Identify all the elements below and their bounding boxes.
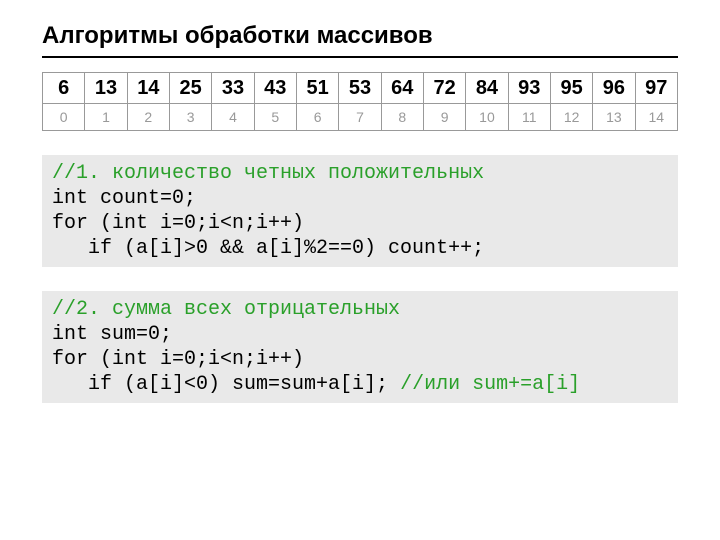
- array-index-cell: 3: [169, 104, 211, 131]
- code1-line: int count=0;: [52, 187, 196, 210]
- array-value-cell: 51: [296, 73, 338, 104]
- array-value-cell: 64: [381, 73, 423, 104]
- title-rule: [42, 56, 678, 58]
- array-value-cell: 95: [550, 73, 592, 104]
- array-value-cell: 84: [466, 73, 508, 104]
- array-value-cell: 33: [212, 73, 254, 104]
- array-index-cell: 0: [43, 104, 85, 131]
- array-index-row: 0 1 2 3 4 5 6 7 8 9 10 11 12 13 14: [43, 104, 678, 131]
- array-index-cell: 2: [127, 104, 169, 131]
- array-table: 6 13 14 25 33 43 51 53 64 72 84 93 95 96…: [42, 72, 678, 131]
- array-value-cell: 96: [593, 73, 635, 104]
- array-index-cell: 4: [212, 104, 254, 131]
- array-value-cell: 13: [85, 73, 127, 104]
- array-value-cell: 14: [127, 73, 169, 104]
- code1-line: for (int i=0;i<n;i++): [52, 212, 304, 235]
- code1-line: if (a[i]>0 && a[i]%2==0) count++;: [52, 237, 484, 260]
- array-index-cell: 10: [466, 104, 508, 131]
- array-value-cell: 72: [423, 73, 465, 104]
- array-value-cell: 43: [254, 73, 296, 104]
- code2-line: if (a[i]<0) sum=sum+a[i];: [52, 373, 400, 396]
- code2-line: int sum=0;: [52, 323, 172, 346]
- array-value-cell: 97: [635, 73, 677, 104]
- array-value-cell: 6: [43, 73, 85, 104]
- array-index-cell: 8: [381, 104, 423, 131]
- array-index-cell: 14: [635, 104, 677, 131]
- array-values-row: 6 13 14 25 33 43 51 53 64 72 84 93 95 96…: [43, 73, 678, 104]
- code2-line: for (int i=0;i<n;i++): [52, 348, 304, 371]
- array-index-cell: 5: [254, 104, 296, 131]
- code1-comment: //1. количество четных положительных: [52, 162, 484, 185]
- page-title: Алгоритмы обработки массивов: [42, 22, 678, 50]
- array-index-cell: 11: [508, 104, 550, 131]
- array-index-cell: 9: [423, 104, 465, 131]
- array-value-cell: 53: [339, 73, 381, 104]
- code-block-2: //2. сумма всех отрицательных int sum=0;…: [42, 291, 678, 403]
- array-index-cell: 12: [550, 104, 592, 131]
- code2-alt-comment: //или sum+=a[i]: [400, 373, 580, 396]
- code2-comment: //2. сумма всех отрицательных: [52, 298, 400, 321]
- code-block-1: //1. количество четных положительных int…: [42, 155, 678, 267]
- array-index-cell: 13: [593, 104, 635, 131]
- array-value-cell: 93: [508, 73, 550, 104]
- array-index-cell: 6: [296, 104, 338, 131]
- array-index-cell: 7: [339, 104, 381, 131]
- array-value-cell: 25: [169, 73, 211, 104]
- array-index-cell: 1: [85, 104, 127, 131]
